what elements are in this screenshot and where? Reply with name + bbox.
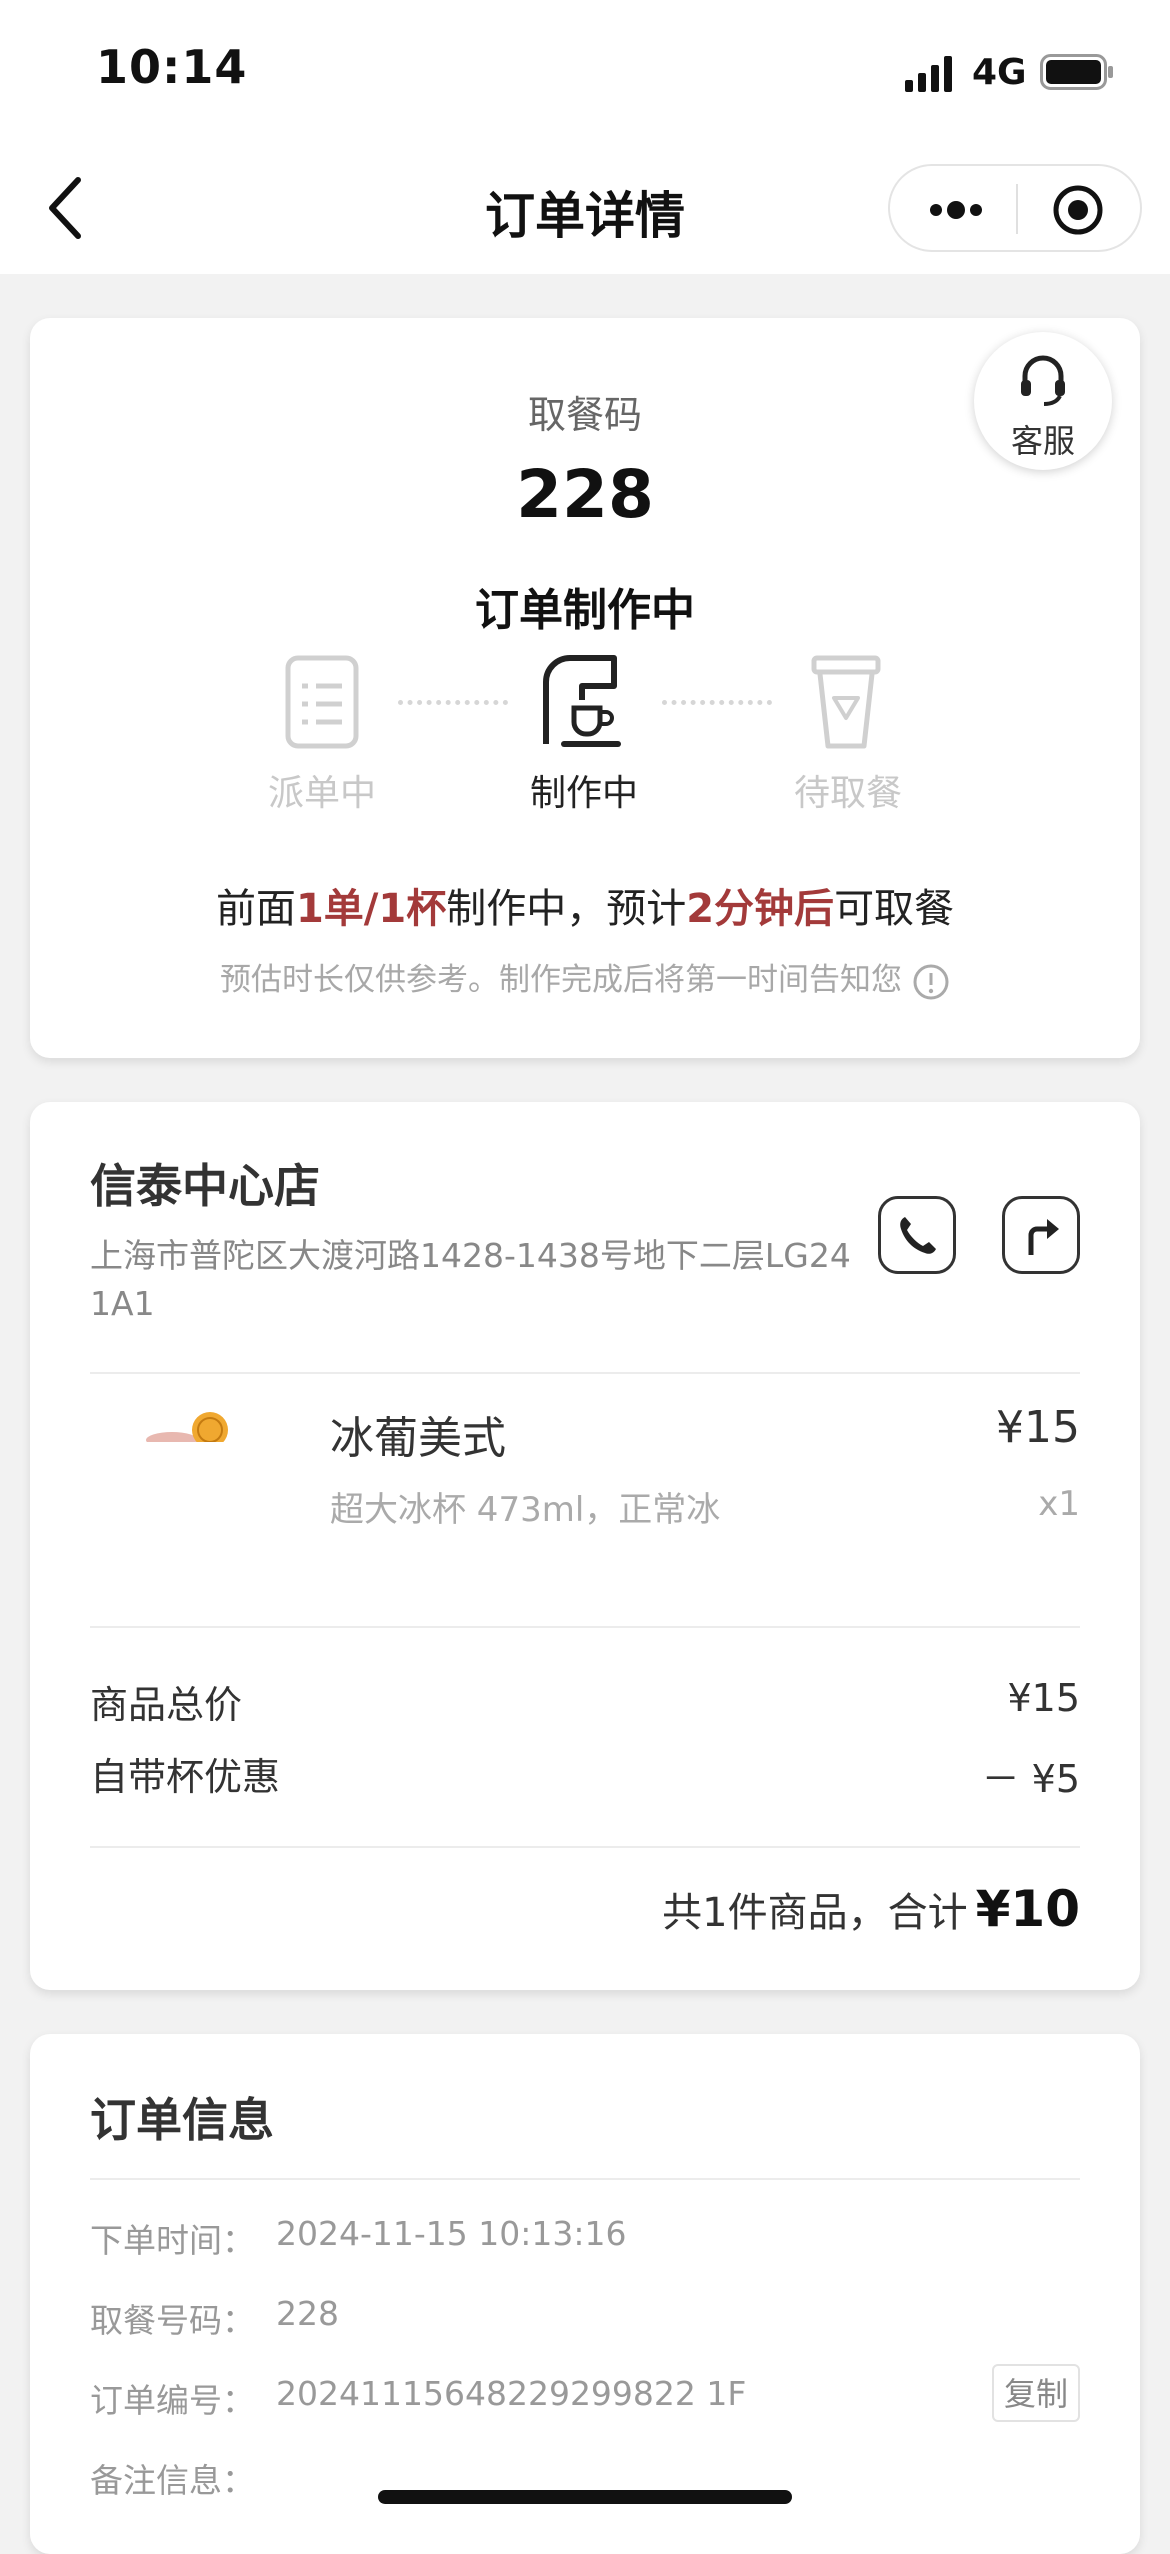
total-prefix: 共1件商品，合计	[662, 1890, 968, 1936]
progress-connector	[398, 700, 508, 705]
product-quantity: x1	[1038, 1484, 1080, 1524]
queue-status-text: 前面1单/1杯制作中，预计2分钟后可取餐	[0, 876, 1170, 934]
signal-icon	[905, 56, 952, 92]
cup-icon	[811, 655, 881, 749]
step-dispatching-label: 派单中	[267, 773, 376, 814]
product-name: 冰葡美式	[330, 1413, 506, 1464]
queue-middle: 制作中，预计	[446, 886, 687, 932]
store-name: 信泰中心店	[90, 1159, 320, 1213]
capsule-divider	[1016, 184, 1018, 234]
order-number-label: 订单编号：	[90, 2381, 255, 2420]
home-indicator	[378, 2490, 792, 2504]
estimate-note-text: 预估时长仅供参考。制作完成后将第一时间告知您	[220, 962, 902, 998]
mini-program-capsule	[888, 164, 1142, 252]
pickup-number-value: 228	[276, 2294, 339, 2333]
order-total: 共1件商品，合计 ¥10	[662, 1880, 1080, 1938]
product-spec: 超大冰杯 473ml，正常冰	[330, 1490, 721, 1530]
divider	[90, 1626, 1080, 1628]
step-making-label: 制作中	[529, 773, 638, 814]
queue-eta: 2分钟后	[686, 886, 835, 932]
product-price: ¥15	[996, 1402, 1080, 1453]
pickup-number-label: 取餐号码：	[90, 2301, 255, 2340]
close-target-icon[interactable]	[1052, 184, 1104, 236]
step-pickup-label: 待取餐	[793, 773, 902, 814]
queue-count: 1单/1杯	[295, 886, 447, 932]
divider	[90, 1372, 1080, 1374]
store-address: 上海市普陀区大渡河路1428-1438号地下二层LG241A1	[90, 1236, 851, 1323]
subtotal-value: ¥15	[1007, 1676, 1080, 1720]
total-amount: ¥10	[975, 1880, 1080, 1938]
estimate-note: 预估时长仅供参考。制作完成后将第一时间告知您	[0, 954, 1170, 1001]
turn-right-arrow-icon	[1028, 1219, 1059, 1255]
remarks-label: 备注信息：	[90, 2461, 255, 2500]
queue-prefix: 前面	[215, 886, 296, 932]
queue-suffix: 可取餐	[834, 886, 955, 932]
pickup-code: 228	[516, 456, 654, 533]
order-time-value: 2024-11-15 10:13:16	[276, 2214, 627, 2253]
coffee-machine-icon	[543, 655, 621, 747]
clipboard-list-icon	[285, 655, 359, 749]
call-store-button[interactable]	[878, 1196, 956, 1274]
battery-icon	[1040, 54, 1113, 90]
navigate-button[interactable]	[1002, 1196, 1080, 1274]
more-icon[interactable]	[926, 190, 986, 230]
copy-order-number-button[interactable]: 复制	[992, 2364, 1080, 2422]
order-info-title: 订单信息	[90, 2093, 274, 2147]
divider	[90, 1846, 1080, 1848]
progress-connector	[662, 700, 772, 705]
phone-icon	[900, 1217, 936, 1254]
product-image	[140, 1412, 240, 1448]
order-number-value: 20241115648229299822 1F	[276, 2374, 747, 2413]
subtotal-label: 商品总价	[90, 1683, 243, 1727]
network-type: 4G	[972, 52, 1027, 93]
order-status-title: 订单制作中	[475, 585, 695, 636]
divider	[90, 2178, 1080, 2180]
pickup-code-label: 取餐码	[527, 393, 642, 437]
info-icon[interactable]	[912, 963, 950, 1001]
status-time: 10:14	[96, 40, 248, 94]
order-time-label: 下单时间：	[90, 2221, 255, 2260]
discount-label: 自带杯优惠	[90, 1755, 281, 1799]
discount-value: － ¥5	[981, 1757, 1080, 1801]
